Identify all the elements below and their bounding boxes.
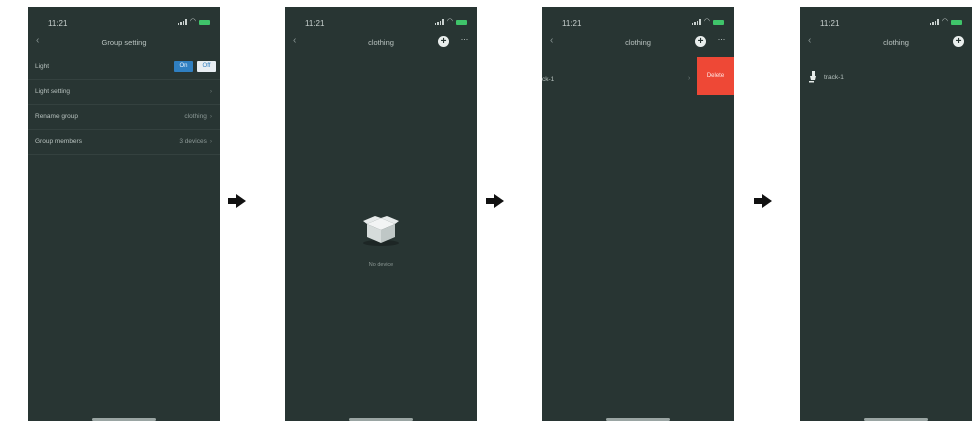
nav-bar: ‹ clothing +	[800, 33, 972, 51]
status-time: 11:21	[820, 19, 840, 28]
light-off-button[interactable]: Off	[197, 61, 216, 72]
status-time: 11:21	[48, 19, 68, 28]
battery-icon	[199, 19, 210, 25]
add-device-icon[interactable]: +	[953, 36, 964, 47]
group-members-row[interactable]: Group members 3 devices ›	[28, 130, 220, 155]
group-members-label: Group members	[35, 138, 82, 145]
more-icon[interactable]: ···	[461, 34, 469, 44]
device-name: ck-1	[542, 76, 555, 83]
add-device-icon[interactable]: +	[695, 36, 706, 47]
screen-group-empty: 11:21 ◠ ‹ clothing + ··· No device	[285, 7, 477, 421]
screen-content: 11:21 ◠ ‹ clothing + track-1	[800, 7, 972, 421]
status-time: 11:21	[562, 19, 582, 28]
status-bar: 11:21 ◠	[800, 15, 972, 29]
rename-group-label: Rename group	[35, 113, 78, 120]
cellular-icon	[929, 19, 939, 25]
screen-group-devices: 11:21 ◠ ‹ clothing + track-1	[800, 7, 972, 421]
empty-state-text: No device	[368, 262, 394, 268]
chevron-right-icon: ›	[688, 75, 691, 82]
page-title: Group setting	[101, 38, 147, 47]
status-indicators: ◠	[929, 18, 962, 25]
add-device-icon[interactable]: +	[438, 36, 449, 47]
rename-group-row[interactable]: Rename group clothing ›	[28, 105, 220, 130]
arrow-right-icon	[486, 194, 504, 208]
light-row: Light On Off	[28, 55, 220, 80]
status-bar: 11:21 ◠	[542, 15, 734, 29]
track-light-icon	[809, 71, 816, 83]
rename-group-value: clothing	[184, 113, 207, 120]
cellular-icon	[177, 19, 187, 25]
nav-bar: ‹ Group setting	[28, 33, 220, 51]
battery-icon	[456, 19, 467, 25]
status-indicators: ◠	[691, 18, 724, 25]
empty-box-icon	[363, 216, 399, 246]
light-on-button[interactable]: On	[174, 61, 193, 72]
status-bar: 11:21 ◠	[28, 15, 220, 29]
wifi-icon: ◠	[941, 18, 948, 25]
screen-group-setting: 11:21 ◠ ‹ Group setting Light On Off Lig…	[28, 7, 220, 421]
wifi-icon: ◠	[446, 18, 453, 25]
light-label: Light	[35, 63, 50, 70]
nav-bar: ‹ clothing + ···	[542, 33, 734, 51]
status-time: 11:21	[305, 19, 325, 28]
wifi-icon: ◠	[189, 18, 196, 25]
light-setting-row[interactable]: Light setting ›	[28, 80, 220, 105]
chevron-right-icon: ›	[209, 113, 212, 120]
status-bar: 11:21 ◠	[285, 15, 477, 29]
group-members-value: 3 devices	[179, 138, 207, 145]
device-row[interactable]: track-1	[800, 67, 972, 89]
more-icon[interactable]: ···	[718, 34, 726, 44]
arrow-right-icon	[228, 194, 246, 208]
status-indicators: ◠	[434, 18, 467, 25]
wifi-icon: ◠	[703, 18, 710, 25]
chevron-right-icon: ›	[209, 138, 212, 145]
battery-icon	[713, 19, 724, 25]
light-toggle: On Off	[174, 61, 216, 72]
page-title: clothing	[883, 38, 909, 47]
arrow-right-icon	[754, 194, 772, 208]
chevron-right-icon: ›	[209, 88, 212, 95]
cellular-icon	[691, 19, 701, 25]
nav-bar: ‹ clothing + ···	[285, 33, 477, 51]
cellular-icon	[434, 19, 444, 25]
device-name: track-1	[824, 74, 844, 81]
light-setting-label: Light setting	[35, 88, 71, 95]
screen-group-swipe-delete: 11:21 ◠ ‹ clothing + ··· ck-1 › Delete	[542, 7, 734, 421]
battery-icon	[951, 19, 962, 25]
status-indicators: ◠	[177, 18, 210, 25]
delete-button[interactable]: Delete	[697, 57, 734, 95]
